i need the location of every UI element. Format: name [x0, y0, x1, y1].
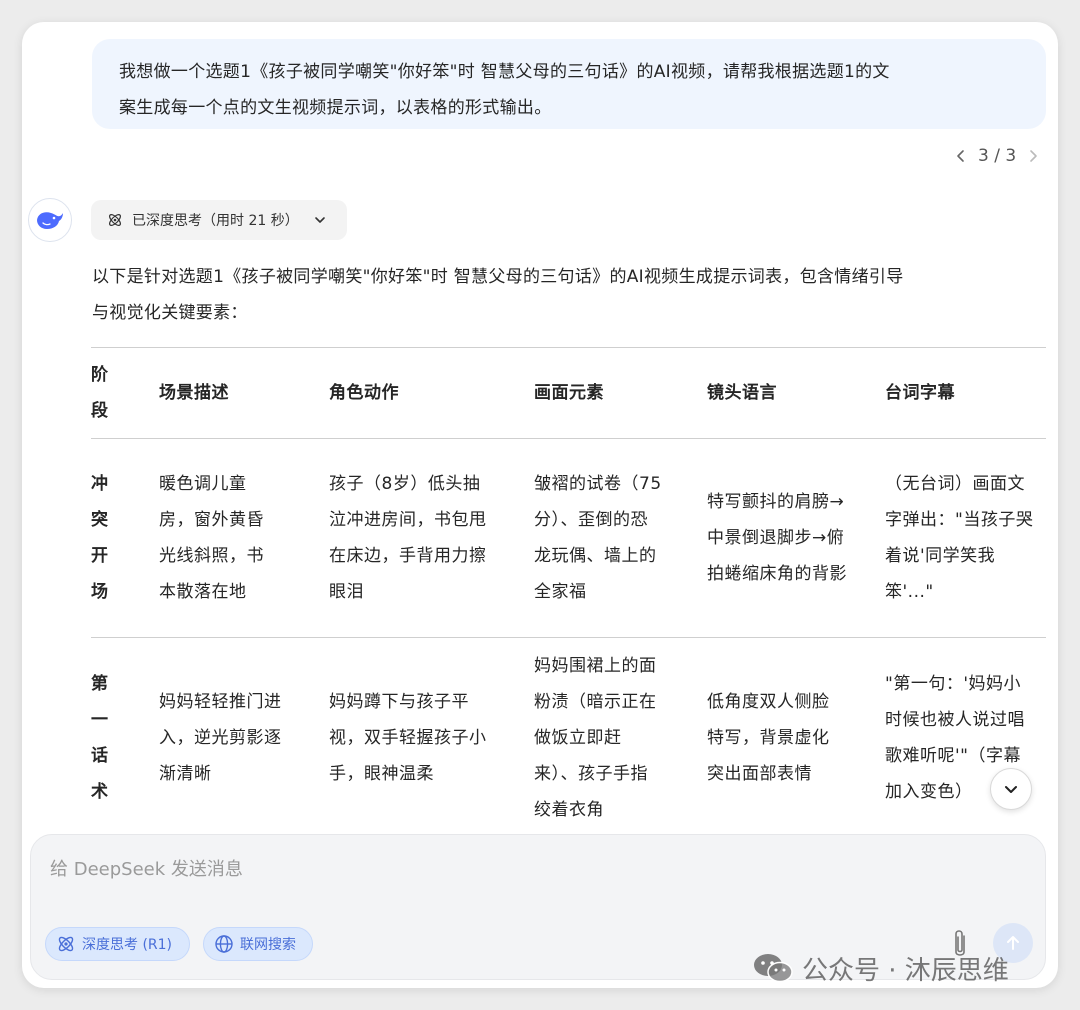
scroll-to-bottom-button[interactable]	[990, 768, 1032, 810]
header-subtitle: 台词字幕	[885, 347, 1046, 439]
header-camera: 镜头语言	[707, 347, 885, 439]
table-row: 第一话术 妈妈轻轻推门进入，逆光剪影逐渐清晰 妈妈蹲下与孩子平视，双手轻握孩子小…	[91, 638, 1046, 839]
user-message-bubble: 我想做一个选题1《孩子被同学嘲笑"你好笨"时 智慧父母的三句话》的AI视频，请帮…	[92, 39, 1046, 129]
chevron-right-icon	[1030, 150, 1037, 162]
prev-response-button[interactable]	[950, 142, 972, 170]
table-cell: 妈妈围裙上的面粉渍（暗示正在做饭立即赶来）、孩子手指绞着衣角	[534, 656, 657, 820]
response-intro: 以下是针对选题1《孩子被同学嘲笑"你好笨"时 智慧父母的三句话》的AI视频生成提…	[92, 259, 1052, 331]
atom-icon	[58, 936, 74, 952]
table-cell: 低角度双人侧脸特写，背景虚化突出面部表情	[707, 692, 830, 784]
globe-icon	[215, 935, 233, 953]
table-cell: 暖色调儿童房，窗外黄昏光线斜照，书本散落在地	[159, 438, 329, 638]
deepseek-whale-icon	[37, 212, 63, 229]
atom-icon	[109, 214, 121, 226]
watermark-text: 公众号 · 沐辰思维	[802, 955, 1009, 986]
table-cell: 皱褶的试卷（75分）、歪倒的恐龙玩偶、墙上的全家福	[534, 438, 707, 638]
deep-think-r1-label: 深度思考 (R1)	[82, 937, 173, 953]
chevron-left-icon	[957, 150, 964, 162]
table-row: 冲突开场 暖色调儿童房，窗外黄昏光线斜照，书本散落在地 孩子（8岁）低头抽泣冲进…	[91, 438, 1046, 638]
table-cell-stage: 冲突开场	[91, 438, 159, 638]
table-cell-stage: 第一话术	[91, 674, 109, 802]
response-pager: 3 / 3	[950, 142, 1050, 170]
table-cell: （无台词）画面文字弹出："当孩子哭着说'同学笑我笨'..."	[885, 438, 1046, 638]
table-cell: 特写颤抖的肩膀→中景倒退脚步→俯拍蜷缩床角的背影	[707, 438, 885, 638]
deep-think-r1-button[interactable]: 深度思考 (R1)	[45, 927, 190, 961]
wechat-icon	[754, 954, 793, 983]
chat-window: 我想做一个选题1《孩子被同学嘲笑"你好笨"时 智慧父母的三句话》的AI视频，请帮…	[22, 22, 1058, 988]
table-cell: 孩子（8岁）低头抽泣冲进房间，书包甩在床边，手背用力擦眼泪	[329, 438, 534, 638]
user-message-line-1: 我想做一个选题1《孩子被同学嘲笑"你好笨"时 智慧父母的三句话》的AI视频，请帮…	[119, 62, 890, 82]
chevron-down-icon	[314, 217, 325, 223]
table-header-row: 阶段 场景描述 角色动作 画面元素 镜头语言 台词字幕	[91, 347, 1046, 439]
intro-line-2: 与视觉化关键要素：	[92, 303, 248, 323]
next-response-button[interactable]	[1022, 142, 1044, 170]
table-cell: 妈妈蹲下与孩子平视，双手轻握孩子小手，眼神温柔	[329, 692, 487, 784]
user-message-line-2: 案生成每一个点的文生视频提示词，以表格的形式输出。	[119, 98, 552, 118]
response-count: 3 / 3	[978, 146, 1017, 166]
message-input-placeholder: 给 DeepSeek 发送消息	[50, 859, 243, 880]
table-cell: 妈妈轻轻推门进入，逆光剪影逐渐清晰	[159, 692, 282, 784]
prompt-table: 阶段 场景描述 角色动作 画面元素 镜头语言 台词字幕 冲突开场 暖色调儿童房，…	[91, 347, 1046, 838]
header-stage: 阶段	[91, 347, 159, 439]
chevron-down-icon	[1005, 786, 1017, 793]
header-elements: 画面元素	[534, 347, 707, 439]
header-action: 角色动作	[329, 347, 534, 439]
assistant-avatar	[28, 198, 72, 242]
deep-thinking-toggle[interactable]: 已深度思考（用时 21 秒）	[91, 200, 347, 240]
deep-thinking-label: 已深度思考（用时 21 秒）	[132, 213, 299, 229]
table-cell: "第一句：'妈妈小时候也被人说过唱歌难听呢'"（字幕加入变色）	[885, 674, 1025, 802]
header-scene: 场景描述	[159, 347, 329, 439]
web-search-button[interactable]: 联网搜索	[203, 927, 313, 961]
intro-line-1: 以下是针对选题1《孩子被同学嘲笑"你好笨"时 智慧父母的三句话》的AI视频生成提…	[92, 267, 904, 287]
wechat-watermark: 公众号 · 沐辰思维	[752, 948, 1009, 988]
web-search-label: 联网搜索	[240, 937, 296, 953]
